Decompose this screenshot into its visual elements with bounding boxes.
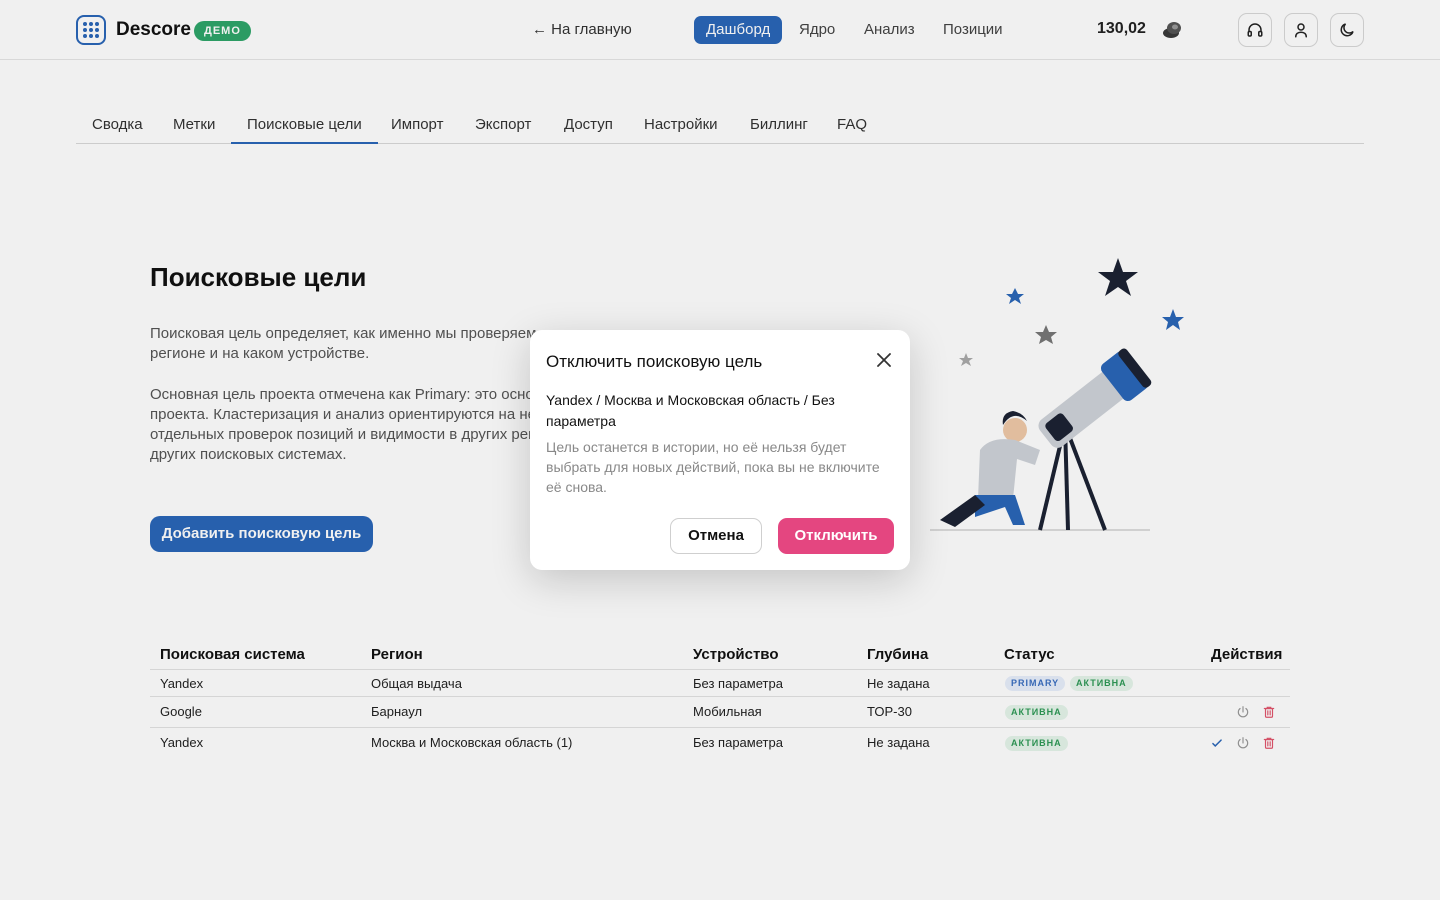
modal-subject: Yandex / Москва и Московская область / Б… xyxy=(546,392,835,429)
cancel-button[interactable]: Отмена xyxy=(670,518,762,554)
disable-button[interactable]: Отключить xyxy=(778,518,894,554)
modal-title: Отключить поисковую цель xyxy=(546,352,763,371)
close-icon[interactable] xyxy=(876,352,892,368)
disable-target-modal: Отключить поисковую цель Yandex / Москва… xyxy=(530,330,910,570)
modal-note: Цель останется в истории, но её нельзя б… xyxy=(546,439,880,495)
